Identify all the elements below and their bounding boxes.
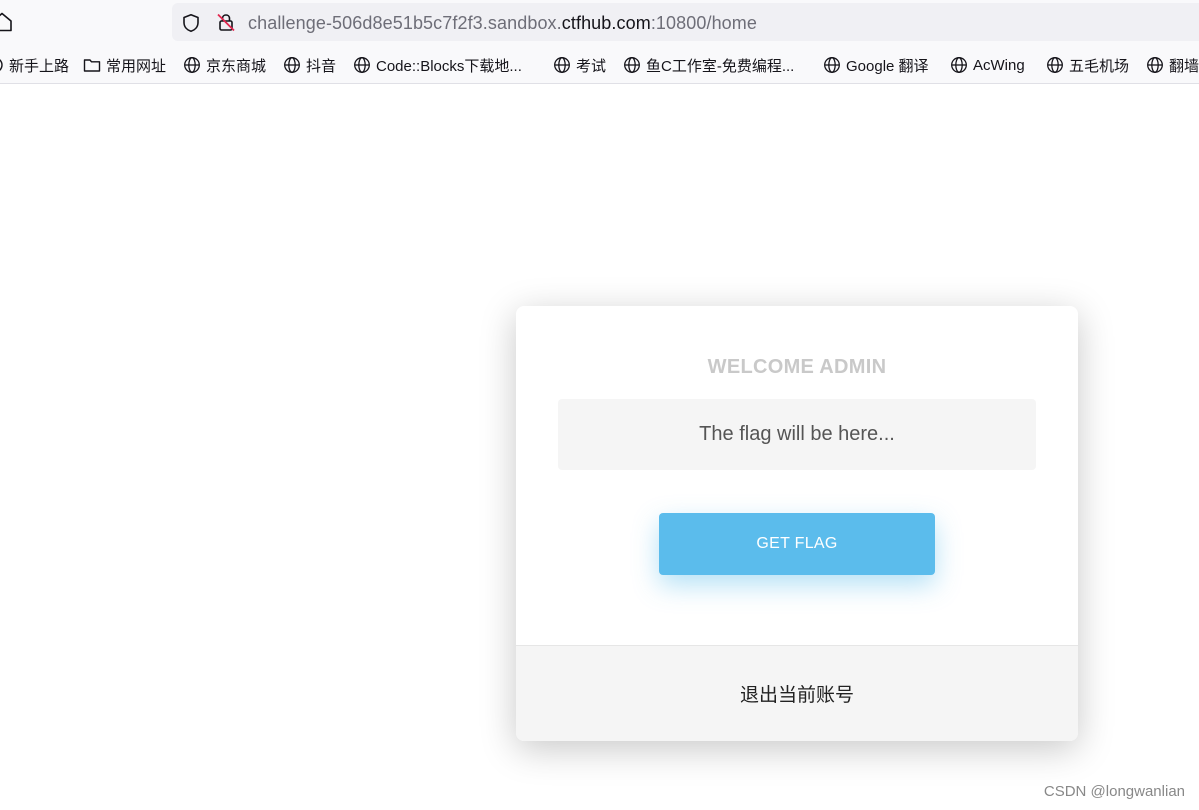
- bookmark-kaoshi[interactable]: 考试: [553, 55, 606, 75]
- globe-icon: [354, 57, 370, 73]
- bookmark-folder-changyong[interactable]: 常用网址: [83, 55, 166, 75]
- bookmark-icon: [0, 59, 3, 71]
- globe-icon: [554, 57, 570, 73]
- home-icon[interactable]: [0, 10, 14, 34]
- browser-toolbar: challenge-506d8e51b5c7f2f3.sandbox.ctfhu…: [0, 0, 1199, 44]
- globe-icon: [624, 57, 640, 73]
- url-text[interactable]: challenge-506d8e51b5c7f2f3.sandbox.ctfhu…: [248, 12, 757, 34]
- bookmark-wumao[interactable]: 五毛机场: [1046, 55, 1129, 75]
- globe-icon: [824, 57, 840, 73]
- bookmark-fanqiang[interactable]: 翻墙: [1146, 55, 1199, 75]
- insecure-lock-icon[interactable]: [216, 12, 236, 32]
- bookmark-google-translate[interactable]: Google 翻译: [823, 55, 929, 75]
- folder-icon: [83, 59, 101, 72]
- globe-icon: [1047, 57, 1063, 73]
- bookmark-codeblocks[interactable]: Code::Blocks下载地...: [353, 55, 522, 75]
- bookmark-acwing[interactable]: AcWing: [950, 55, 1025, 75]
- logout-link[interactable]: 退出当前账号: [740, 680, 854, 707]
- url-bar[interactable]: challenge-506d8e51b5c7f2f3.sandbox.ctfhu…: [172, 3, 1199, 41]
- shield-icon[interactable]: [181, 13, 201, 33]
- globe-icon: [951, 57, 967, 73]
- globe-icon: [184, 57, 200, 73]
- welcome-title: WELCOME ADMIN: [707, 356, 887, 378]
- bookmark-jd[interactable]: 京东商城: [183, 55, 266, 75]
- bookmark-xinshou[interactable]: 新手上路: [0, 55, 69, 75]
- get-flag-button[interactable]: GET FLAG: [659, 513, 935, 575]
- watermark: CSDN @longwanlian: [1043, 783, 1185, 800]
- bookmark-douyin[interactable]: 抖音: [283, 55, 336, 75]
- admin-card: WELCOME ADMIN The flag will be here... G…: [516, 306, 1078, 741]
- globe-icon: [284, 57, 300, 73]
- card-footer: 退出当前账号: [516, 645, 1078, 741]
- globe-icon: [1147, 57, 1163, 73]
- bookmarks-bar: 新手上路 常用网址 京东商城 抖音 Code::Blocks下载地... 考试 …: [0, 44, 1199, 84]
- bookmark-fishc[interactable]: 鱼C工作室-免费编程...: [623, 55, 794, 75]
- flag-display: The flag will be here...: [558, 399, 1036, 470]
